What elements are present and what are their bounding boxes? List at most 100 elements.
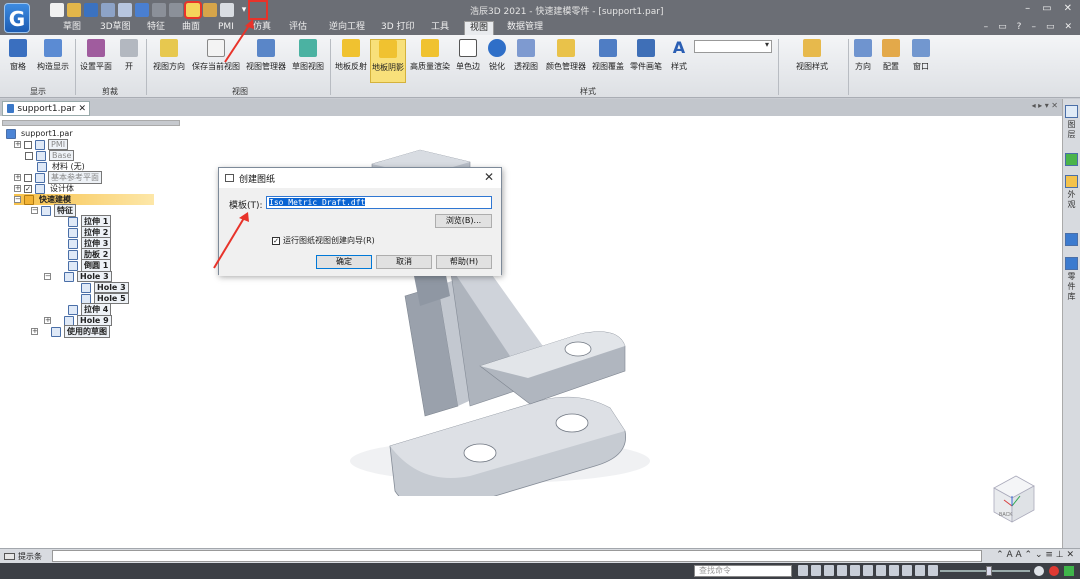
clip-on-button[interactable]: 开 [118, 39, 140, 83]
color-manager-button[interactable]: 颜色管理器 [544, 39, 588, 83]
tree-item-quick-modeling[interactable]: − 快速建模 [14, 194, 154, 205]
save-icon[interactable] [84, 3, 98, 17]
high-quality-render-button[interactable]: 高质量渲染 [408, 39, 452, 83]
construction-display-button[interactable]: 构造显示 [34, 39, 72, 83]
restore-icon[interactable]: ▭ [1042, 3, 1051, 14]
select-arrow-icon[interactable] [798, 565, 808, 576]
pan-icon[interactable] [850, 565, 860, 576]
view-manager-button[interactable]: 视图管理器 [244, 39, 288, 83]
new-file-icon[interactable] [50, 3, 64, 17]
expand-icon[interactable]: + [14, 174, 21, 181]
tree-item-features[interactable]: − 特征 [31, 204, 76, 217]
sensor-tab[interactable] [1064, 153, 1079, 168]
zoom-slider[interactable] [940, 570, 1030, 572]
window-button[interactable]: 窗口 [910, 39, 932, 83]
view-icon[interactable] [889, 565, 899, 576]
upgrade-icon[interactable] [1064, 566, 1074, 576]
undo-icon[interactable] [135, 3, 149, 17]
ribbon-minimize-icon[interactable]: – [984, 22, 989, 32]
set-plane-button[interactable]: 设置平面 [78, 39, 114, 83]
monochrome-edge-button[interactable]: 单色边 [454, 39, 482, 83]
part-painter-button[interactable]: 零件画笔 [628, 39, 664, 83]
floor-reflection-button[interactable]: 地板反射 [333, 39, 369, 83]
close-icon[interactable]: ✕ [484, 170, 494, 184]
layers-tab[interactable]: 图层 [1064, 105, 1079, 140]
zoom-out-icon[interactable] [928, 565, 938, 576]
tab-evaluate[interactable]: 评估 [284, 21, 312, 35]
help-button[interactable]: 帮助(H) [436, 255, 492, 269]
wizard-checkbox[interactable]: ✓ [272, 236, 280, 245]
render-mode-icon[interactable] [915, 565, 925, 576]
customize-icon[interactable]: ▾ [237, 3, 251, 17]
browse-button[interactable]: 浏览(B)... [435, 214, 492, 228]
tab-simulation[interactable]: 仿真 [248, 21, 276, 35]
print-icon[interactable] [101, 3, 115, 17]
tree-item-base[interactable]: Base [25, 150, 75, 161]
tab-feature[interactable]: 特征 [142, 21, 170, 35]
collapse-icon[interactable]: − [31, 207, 38, 214]
style-button[interactable]: A 样式 [668, 39, 690, 83]
cancel-button[interactable]: 取消 [376, 255, 432, 269]
open-folder-icon[interactable] [67, 3, 81, 17]
doc-restore-icon[interactable]: ▭ [1046, 22, 1055, 32]
save-current-view-button[interactable]: 保存当前视图 [190, 39, 242, 83]
tree-item-round-1[interactable]: 倒圆 1 [68, 259, 112, 272]
tree-scrollbar[interactable] [2, 120, 180, 126]
assembly-icon[interactable] [203, 3, 217, 17]
select-icon[interactable] [220, 3, 234, 17]
doc-minimize-icon[interactable]: – [1031, 22, 1036, 32]
tab-tools[interactable]: 工具 [426, 21, 454, 35]
zoom-in-icon[interactable] [1034, 566, 1044, 576]
ok-button[interactable]: 确定 [316, 255, 372, 269]
expand-icon[interactable]: + [31, 328, 38, 335]
doc-close-icon[interactable]: ✕ [1064, 22, 1072, 32]
minimize-icon[interactable]: – [1025, 3, 1030, 14]
view-overlay-button[interactable]: 视图覆盖 [590, 39, 626, 83]
wizard-checkbox-row[interactable]: ✓ 运行图纸视图创建向导(R) [272, 235, 375, 246]
tab-sketch[interactable]: 草图 [58, 21, 86, 35]
spin-icon[interactable] [876, 565, 886, 576]
prompt-field[interactable] [52, 550, 982, 562]
tree-item-reference-planes[interactable]: + 基本参考平面 [14, 171, 102, 184]
tab-data-management[interactable]: 数据管理 [502, 21, 548, 35]
zoom-icon[interactable] [824, 565, 834, 576]
app-logo[interactable]: G [4, 3, 30, 33]
configuration-button[interactable]: 配置 [880, 39, 902, 83]
document-tab[interactable]: support1.par ✕ [2, 101, 90, 116]
prompt-controls[interactable]: ⌃ A A ⌃ ⌄ ≡ ⊥ ✕ [996, 550, 1074, 560]
expand-icon[interactable]: + [44, 317, 51, 324]
close-icon[interactable]: ✕ [78, 104, 86, 114]
tab-surface[interactable]: 曲面 [177, 21, 205, 35]
pane-button[interactable]: 窗格 [6, 39, 30, 83]
expand-icon[interactable]: + [14, 141, 21, 148]
family-tab[interactable] [1064, 233, 1079, 248]
orientation-button[interactable]: 方向 [852, 39, 874, 83]
redo-icon[interactable] [152, 3, 166, 17]
view-style-button[interactable]: 视图样式 [792, 39, 832, 83]
sharpen-button[interactable]: 锐化 [486, 39, 508, 83]
shading-icon[interactable] [902, 565, 912, 576]
rotate-icon[interactable] [863, 565, 873, 576]
parts-library-tab[interactable]: 零件库 [1064, 257, 1079, 302]
checkbox-checked[interactable]: ✓ [24, 184, 32, 193]
view-orientation-button[interactable]: 视图方向 [150, 39, 188, 83]
help-icon[interactable]: ? [1017, 22, 1022, 32]
tree-item-pmi[interactable]: + PMI [14, 139, 69, 150]
tab-pmi[interactable]: PMI [213, 21, 239, 35]
graphics-viewport[interactable]: support1.par + PMI Base 材料 (无) + 基本参考平面 + ✓… [0, 116, 1062, 548]
fit-icon[interactable] [837, 565, 847, 576]
tree-item-root[interactable]: support1.par [6, 128, 75, 139]
document-tab-controls[interactable]: ◂ ▸ ▾ ✕ [1032, 101, 1058, 110]
checkbox[interactable] [24, 173, 32, 182]
ribbon-toggle-icon[interactable]: ▭ [998, 22, 1007, 32]
perspective-button[interactable]: 透视图 [512, 39, 540, 83]
tab-3d-print[interactable]: 3D 打印 [376, 21, 420, 35]
tree-item-hole-3-group[interactable]: − Hole 3 [44, 271, 112, 282]
tab-3d-sketch[interactable]: 3D草图 [95, 21, 136, 35]
sketch-view-button[interactable]: 草图视图 [290, 39, 326, 83]
tree-item-design-body[interactable]: + ✓ 设计体 [14, 183, 76, 194]
zoom-slider-thumb[interactable] [986, 566, 992, 576]
tab-view[interactable]: 视图 [464, 21, 495, 35]
tree-item-hole-3[interactable]: Hole 3 [81, 282, 129, 293]
tab-reverse-engineering[interactable]: 逆向工程 [324, 21, 370, 35]
